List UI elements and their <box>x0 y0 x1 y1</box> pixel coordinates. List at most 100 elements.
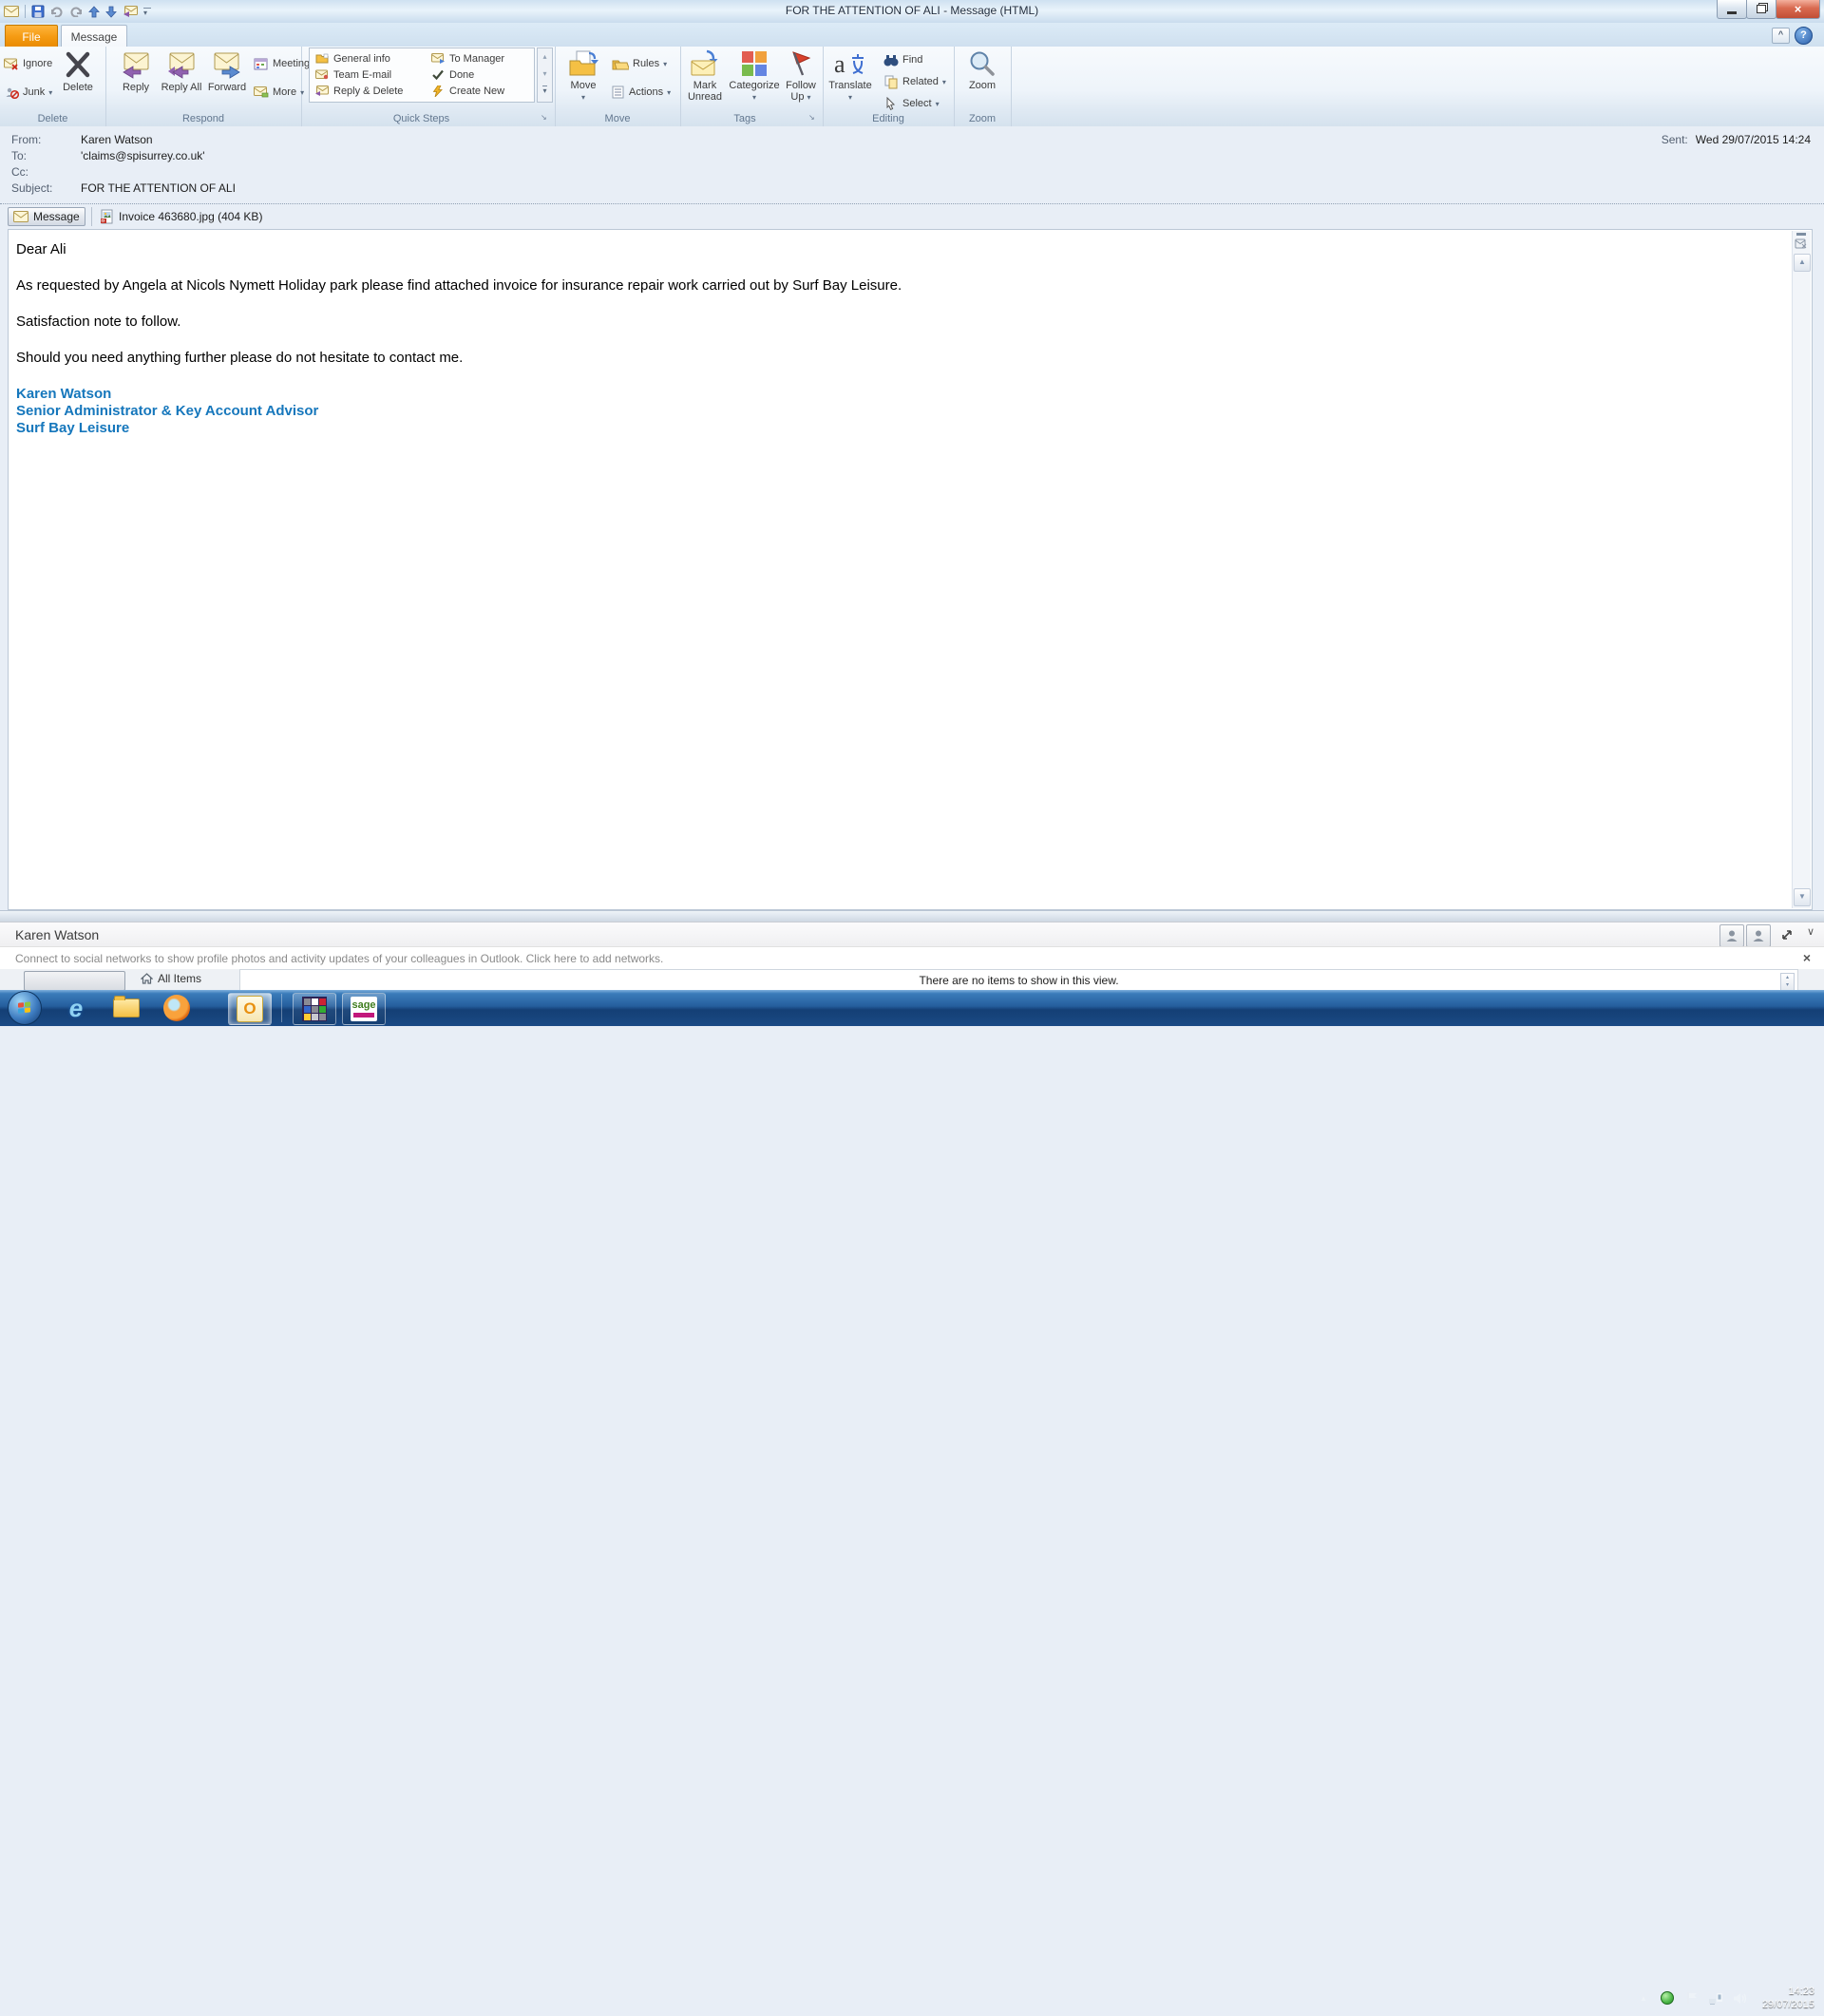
people-pane-spinner[interactable]: ▴ ▾ <box>1780 973 1795 991</box>
taskbar-app-grid[interactable] <box>293 993 336 1025</box>
done-check-icon <box>431 69 445 80</box>
quick-steps-scroll-down[interactable]: ▾ <box>538 66 552 83</box>
taskbar-sage[interactable]: sage <box>342 993 386 1025</box>
from-label: From: <box>11 133 41 148</box>
rules-button[interactable]: Rules ▾ <box>612 54 667 73</box>
ribbon-group-zoom: Zoom Zoom <box>954 47 1012 126</box>
move-folder-icon <box>567 49 599 78</box>
clock-date: 29/07/2015 <box>1762 1998 1814 2011</box>
actions-icon <box>612 86 625 99</box>
svg-text:a: a <box>834 50 846 78</box>
show-hidden-icons-button[interactable]: ▲ <box>1640 1994 1647 2003</box>
ribbon-group-delete: Ignore Junk ▾ Delete Delete <box>0 47 106 126</box>
people-pane-view2-button[interactable] <box>1746 924 1771 947</box>
people-pane-tab-button[interactable] <box>24 971 125 991</box>
clock-time: 14:23 <box>1762 1985 1814 1998</box>
window-controls: × <box>1718 0 1820 19</box>
folder-info-icon <box>315 53 329 64</box>
help-button[interactable]: ? <box>1795 27 1813 45</box>
start-button[interactable] <box>8 993 42 1023</box>
people-pane-collapse-icon[interactable]: ∨ <box>1807 925 1814 938</box>
volume-icon[interactable] <box>1733 1992 1747 2005</box>
message-body[interactable]: Dear Ali As requested by Angela at Nicol… <box>8 229 1813 910</box>
attachment-item[interactable]: Invoice 463680.jpg (404 KB) <box>91 207 262 226</box>
presence-status-icon[interactable] <box>1661 1991 1674 2005</box>
taskbar-firefox[interactable] <box>158 993 196 1023</box>
translate-button[interactable]: a Translate▾ <box>825 48 876 107</box>
body-paragraph: As requested by Angela at Nicols Nymett … <box>16 277 1774 294</box>
scroll-down-button[interactable]: ▼ <box>1794 888 1811 906</box>
collapse-ribbon-button[interactable]: ^ <box>1772 28 1790 44</box>
move-button[interactable]: Move▾ <box>560 48 606 107</box>
social-connect-text[interactable]: Connect to social networks to show profi… <box>15 952 663 965</box>
attachment-bar: Message Invoice 463680.jpg (404 KB) <box>0 203 1824 230</box>
action-center-flag-icon[interactable] <box>1685 1991 1699 2005</box>
quick-step-done[interactable]: Done <box>431 67 474 83</box>
more-respond-button[interactable]: More ▾ <box>254 83 304 102</box>
network-icon[interactable] <box>1708 1992 1723 2005</box>
system-tray: ▲ 14:23 29/07/2015 <box>1640 1980 1824 2016</box>
people-pane-header: Karen Watson ∨ <box>0 922 1824 947</box>
body-paragraph: Satisfaction note to follow. <box>16 314 1774 330</box>
quick-steps-more[interactable]: ▾ <box>538 83 552 100</box>
social-bar-close-icon[interactable]: × <box>1803 950 1811 965</box>
close-button[interactable]: × <box>1776 0 1820 19</box>
quick-step-general-info[interactable]: General info <box>315 50 390 67</box>
quick-step-create-new[interactable]: Create New <box>431 83 504 99</box>
reply-all-button[interactable]: Reply All <box>159 48 204 107</box>
quick-step-team-email[interactable]: Team E-mail <box>315 67 391 83</box>
quick-step-reply-delete[interactable]: Reply & Delete <box>315 83 403 99</box>
follow-up-flag-icon <box>787 49 815 78</box>
quick-steps-dialog-launcher[interactable]: ↘ <box>541 113 551 124</box>
find-button[interactable]: Find <box>884 50 922 69</box>
page-options-icon[interactable] <box>1795 238 1808 250</box>
taskbar-windows-explorer[interactable] <box>108 993 144 1023</box>
quick-step-to-manager[interactable]: To Manager <box>431 50 504 67</box>
people-pane-activity-list[interactable]: There are no items to show in this view.… <box>239 969 1798 992</box>
junk-button[interactable]: Junk ▾ <box>4 83 52 102</box>
people-pane-expand-icon[interactable] <box>1780 928 1794 941</box>
zoom-button[interactable]: Zoom <box>960 48 1005 107</box>
tab-message[interactable]: Message <box>61 25 127 48</box>
delete-button[interactable]: Delete <box>55 48 101 107</box>
home-icon <box>141 973 153 985</box>
sent-row: Sent:Wed 29/07/2015 14:24 <box>1662 133 1811 146</box>
firefox-icon <box>163 995 190 1021</box>
rules-icon <box>612 57 629 70</box>
taskbar-outlook-active[interactable]: O <box>228 993 272 1025</box>
related-button[interactable]: Related ▾ <box>884 72 946 91</box>
scrollbar-split-handle[interactable] <box>1796 233 1806 236</box>
close-icon: × <box>1795 2 1802 16</box>
forward-button[interactable]: Forward <box>204 48 250 107</box>
windows-start-orb-icon <box>8 991 42 1025</box>
follow-up-button[interactable]: Follow Up ▾ <box>781 48 821 107</box>
reply-delete-icon <box>315 86 329 96</box>
quick-steps-box: General info Team E-mail Reply & Delete … <box>309 48 535 103</box>
scroll-up-button[interactable]: ▲ <box>1794 254 1811 272</box>
ignore-icon <box>4 58 19 70</box>
people-pane-view1-button[interactable] <box>1720 924 1744 947</box>
taskbar-internet-explorer[interactable]: e <box>59 993 93 1023</box>
minimize-button[interactable] <box>1717 0 1747 19</box>
ribbon-group-editing: a Translate▾ Find Related ▾ Select ▾ Edi… <box>823 47 955 126</box>
restore-button[interactable] <box>1746 0 1776 19</box>
people-pane-body: All Items There are no items to show in … <box>0 969 1824 992</box>
find-binoculars-icon <box>884 53 899 67</box>
categorize-icon <box>740 49 769 78</box>
actions-button[interactable]: Actions ▾ <box>612 83 671 102</box>
greeting-line: Dear Ali <box>16 241 1774 257</box>
ignore-button[interactable]: Ignore <box>4 54 52 73</box>
quick-steps-scroll-up[interactable]: ▴ <box>538 48 552 66</box>
taskbar-clock[interactable]: 14:23 29/07/2015 <box>1762 1985 1814 2011</box>
mark-unread-button[interactable]: Mark Unread <box>682 48 728 107</box>
tags-dialog-launcher[interactable]: ↘ <box>808 113 819 124</box>
tab-file[interactable]: File <box>5 25 58 48</box>
reply-button[interactable]: Reply <box>113 48 159 107</box>
all-items-filter[interactable]: All Items <box>141 972 201 985</box>
vertical-scrollbar[interactable]: ▲ ▼ <box>1792 231 1811 908</box>
categorize-button[interactable]: Categorize▾ <box>728 48 781 107</box>
message-envelope-icon <box>13 211 28 222</box>
select-button[interactable]: Select ▾ <box>884 94 940 113</box>
message-view-tab[interactable]: Message <box>8 207 86 226</box>
ribbon: Ignore Junk ▾ Delete Delete Reply Reply … <box>0 47 1824 127</box>
